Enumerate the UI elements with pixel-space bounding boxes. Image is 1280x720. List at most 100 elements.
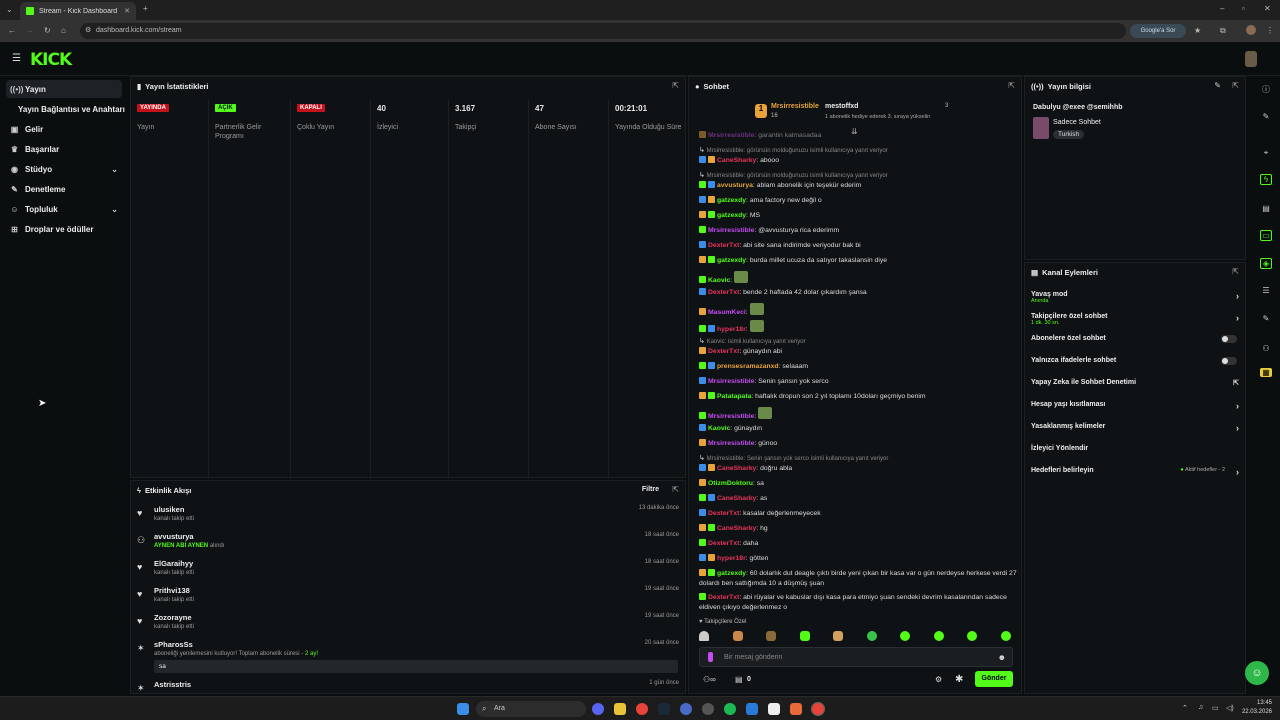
emote-icon[interactable] xyxy=(699,631,709,641)
chat-username[interactable]: Mrsirresistible xyxy=(708,227,754,234)
chat-message[interactable]: DexterTxt: günaydın abi xyxy=(699,347,1017,357)
chat-identity-icon[interactable] xyxy=(708,652,713,662)
emote-icon[interactable] xyxy=(732,631,743,641)
chat-username[interactable]: Mrsirresistible xyxy=(708,378,754,385)
spotify-icon[interactable] xyxy=(724,703,736,715)
channel-action-item[interactable]: Yalnızca ifadelerle sohbet xyxy=(1031,357,1239,371)
chat-username[interactable]: hyper18r xyxy=(717,326,746,333)
vscode-icon[interactable] xyxy=(746,703,758,715)
chat-username[interactable]: Mrsirresistible xyxy=(708,440,754,447)
emote-icon[interactable] xyxy=(866,631,877,641)
channel-action-item[interactable]: Yapay Zeka ile Sohbet Denetimi ⇱ xyxy=(1031,379,1239,393)
leader-user-2[interactable]: mestoffxd xyxy=(825,103,858,110)
channel-action-item[interactable]: Yavaş mod Anında › xyxy=(1031,291,1239,309)
steam-icon[interactable] xyxy=(658,703,670,715)
chat-input[interactable]: Bir mesaj gönderin ☻ xyxy=(699,647,1013,667)
chat-username[interactable]: DexterTxt xyxy=(708,594,739,601)
chat-username[interactable]: prensesramazanxd xyxy=(717,363,779,370)
leader-user-1[interactable]: Mrsirresistible xyxy=(771,103,819,110)
chat-username[interactable]: DexterTxt xyxy=(708,510,739,517)
popout-icon[interactable]: ⇱ xyxy=(1232,81,1239,90)
bookmark-star-icon[interactable]: ★ xyxy=(1194,26,1201,35)
event-username[interactable]: ElGaraihyy xyxy=(154,559,193,568)
popout-icon[interactable]: ⇱ xyxy=(1008,81,1015,90)
popout-icon[interactable]: ⇱ xyxy=(672,485,679,494)
tab-list-icon[interactable]: ⌄ xyxy=(6,5,13,14)
event-item[interactable]: ♥ Zozorayne 19 saat önce kanalı takip etti xyxy=(137,613,681,639)
taskbar-search[interactable]: ⌕ Ara xyxy=(476,701,586,717)
category-thumbnail[interactable] xyxy=(1033,117,1049,139)
emote-icon[interactable] xyxy=(900,631,911,641)
discord-icon[interactable] xyxy=(592,703,604,715)
chat-message[interactable]: CaneSharky: doğru abla xyxy=(699,464,1017,474)
broadcast-icon[interactable]: ◈ xyxy=(1260,258,1272,269)
chat-username[interactable]: avvusturya xyxy=(717,182,753,189)
chat-username[interactable]: DexterTxt xyxy=(708,540,739,547)
chat-username[interactable]: DexterTxt xyxy=(708,348,739,355)
wrench-icon[interactable]: ✎ xyxy=(1260,314,1272,323)
chat-message[interactable]: gatzexdy: MS xyxy=(699,211,1017,221)
event-username[interactable]: sPharosSs xyxy=(154,640,193,649)
emote-icon[interactable] xyxy=(833,631,844,641)
back-icon[interactable]: ← xyxy=(8,26,16,35)
bolt-icon[interactable]: ϟ xyxy=(1260,174,1272,185)
chat-message[interactable]: Mrsirresistible: garantin kalmasadaa xyxy=(699,131,1017,141)
chat-message[interactable]: OtizmDoktoru: sa xyxy=(699,479,1017,489)
chat-message[interactable]: DexterTxt: abi rüyalar ve kabuslar dışı … xyxy=(699,593,1017,613)
info-icon[interactable]: ⓘ xyxy=(1260,84,1272,95)
chat-message[interactable]: gatzexdy: burda millet ucuza da satıyor … xyxy=(699,256,1017,266)
reload-icon[interactable]: ↻ xyxy=(44,26,51,35)
extensions-icon[interactable]: ⧉ xyxy=(1220,26,1226,36)
chat-username[interactable]: Kaovic xyxy=(708,425,730,432)
chat-username[interactable]: gatzexdy xyxy=(717,570,746,577)
chat-username[interactable]: Mrsirresistible xyxy=(708,413,754,420)
chat-username[interactable]: OtizmDoktoru xyxy=(708,480,753,487)
google-ask-button[interactable]: Google'a Sor xyxy=(1130,24,1186,38)
filter-button[interactable]: Filtre xyxy=(642,486,659,493)
clapper-icon[interactable]: ▦ xyxy=(1260,368,1272,377)
close-window-icon[interactable]: ✕ xyxy=(1264,4,1271,13)
chat-scrollbar[interactable] xyxy=(1021,527,1022,617)
channel-action-item[interactable]: Hesap yaşı kısıtlaması › xyxy=(1031,401,1239,415)
chat-username[interactable]: CaneSharky xyxy=(717,495,756,502)
event-item[interactable]: ♥ Prithvi138 19 saat önce kanalı takip etti xyxy=(137,586,681,612)
document-icon[interactable]: ▤ xyxy=(1260,204,1272,213)
app-icon[interactable] xyxy=(680,703,692,715)
profile-avatar[interactable] xyxy=(1246,25,1256,35)
sidebar-item-yayin[interactable]: ((•)) Yayın xyxy=(6,80,122,98)
user-avatar[interactable] xyxy=(1245,51,1257,67)
chat-username[interactable]: Mrsirresistible xyxy=(708,132,754,139)
crosshair-icon[interactable]: ⌖ xyxy=(1260,148,1272,158)
minimize-icon[interactable]: – xyxy=(1220,4,1224,13)
chat-message[interactable]: hyper18r: xyxy=(699,320,1017,335)
clock-time[interactable]: 13:45 xyxy=(1244,700,1272,706)
hamburger-menu-icon[interactable]: ☰ xyxy=(12,53,21,64)
chat-username[interactable]: DexterTxt xyxy=(708,289,739,296)
volume-icon[interactable]: ◁) xyxy=(1226,704,1234,712)
url-input[interactable] xyxy=(80,23,1126,39)
chat-username[interactable]: MasumKeci xyxy=(708,309,746,316)
chat-message[interactable]: Mrsirresistible: @avvusturya rica ederim… xyxy=(699,226,1017,236)
new-tab-icon[interactable]: + xyxy=(143,4,148,13)
chat-message[interactable]: CaneSharky: abooo xyxy=(699,156,1017,166)
microphone-icon[interactable]: ♫ xyxy=(1198,704,1203,711)
channel-action-item[interactable]: İzleyici Yönlendir xyxy=(1031,445,1239,459)
chat-message[interactable]: Mrsirresistible: xyxy=(699,407,1017,422)
emote-icon[interactable] xyxy=(1000,631,1011,641)
send-button[interactable]: Gönder xyxy=(975,671,1013,687)
chat-username[interactable]: CaneSharky xyxy=(717,525,756,532)
chat-icon[interactable]: ▭ xyxy=(1260,230,1272,241)
event-item[interactable]: ✶ Astrisstris 1 gün önce xyxy=(137,680,681,693)
chat-message[interactable]: DexterTxt: kasalar değerlenmeyecek xyxy=(699,509,1017,519)
chat-username[interactable]: gatzexdy xyxy=(717,212,746,219)
windows-start-icon[interactable] xyxy=(457,703,469,715)
channel-action-item[interactable]: Yasaklanmış kelimeler › xyxy=(1031,423,1239,437)
toggle-switch[interactable] xyxy=(1221,335,1237,343)
tray-chevron-icon[interactable]: ⌃ xyxy=(1182,704,1188,712)
network-icon[interactable]: ▭ xyxy=(1212,704,1219,712)
emote-icon[interactable] xyxy=(766,631,777,641)
chat-settings-users-icon[interactable]: ⚇∞ xyxy=(703,675,716,684)
chat-username[interactable]: gatzexdy xyxy=(717,257,746,264)
chat-message[interactable]: avvusturya: ablam abonelik için teşekür … xyxy=(699,181,1017,191)
chat-username[interactable]: CaneSharky xyxy=(717,465,756,472)
